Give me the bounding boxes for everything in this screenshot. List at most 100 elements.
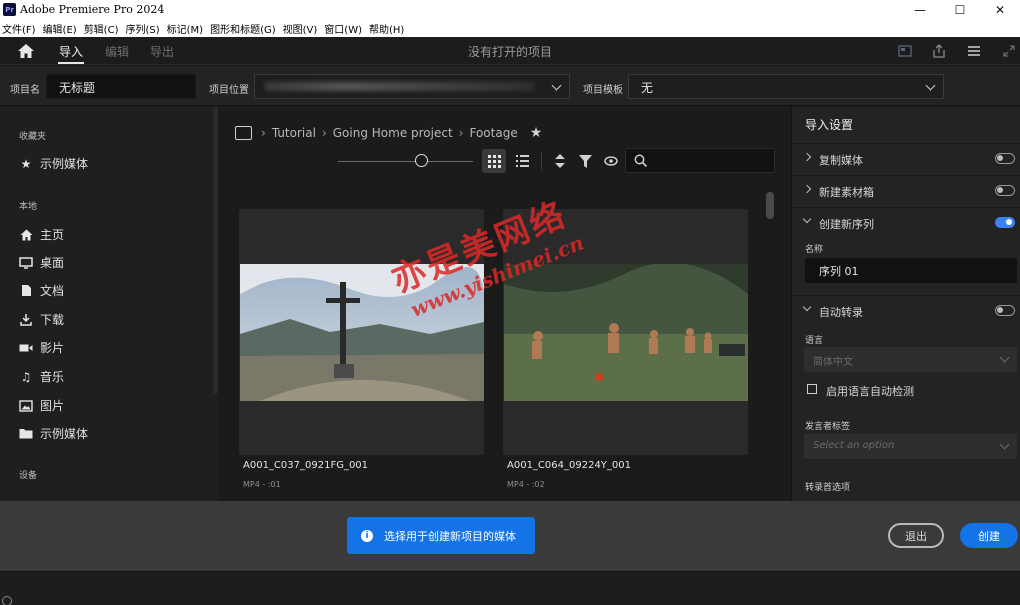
grid-view-button[interactable] (482, 149, 506, 173)
sidebar-item-desktop[interactable]: 桌面 (19, 254, 64, 271)
blurred-location-path (265, 82, 535, 91)
window-title: Adobe Premiere Pro 2024 (20, 3, 165, 16)
menu-graphics[interactable]: 图形和标题(G) (208, 21, 281, 36)
breadcrumb-separator: › (458, 126, 464, 140)
breadcrumb-item[interactable]: Tutorial (272, 126, 316, 140)
language-value: 简体中文 (813, 357, 853, 368)
share-icon[interactable] (932, 44, 946, 58)
sidebar-item-label: 主页 (40, 228, 65, 242)
sidebar-item-documents[interactable]: 文档 (19, 282, 64, 299)
minimize-button[interactable]: — (900, 0, 940, 19)
sidebar-item-movies[interactable]: 影片 (19, 339, 64, 356)
breadcrumb-separator: › (321, 126, 327, 140)
language-label: 语言 (805, 336, 824, 346)
eye-icon (604, 156, 618, 166)
menu-clip[interactable]: 剪辑(C) (82, 21, 124, 36)
menu-window[interactable]: 窗口(W) (322, 21, 367, 36)
auto-detect-checkbox[interactable] (807, 384, 817, 394)
menu-file[interactable]: 文件(F) (0, 21, 41, 36)
new-bin-label: 新建素材箱 (819, 186, 874, 199)
workspaces-menu-icon[interactable] (967, 44, 981, 58)
project-template-value: 无 (641, 81, 654, 95)
favorite-star-icon[interactable]: ★ (530, 125, 543, 141)
workspace-nav: 导入 编辑 导出 没有打开的项目 (0, 37, 1020, 65)
menu-edit[interactable]: 编辑(E) (41, 21, 82, 36)
document-icon (19, 284, 33, 298)
import-settings-panel: 导入设置 复制媒体 新建素材箱 创建新序列 名称 序列 01 自动转录 语言 简… (791, 107, 1020, 501)
music-icon: ♫ (20, 369, 32, 384)
browser-scrollbar[interactable] (766, 192, 774, 219)
star-icon: ★ (20, 156, 32, 171)
quick-export-icon[interactable] (898, 44, 912, 58)
monitor-icon (19, 256, 33, 270)
image-icon (19, 399, 33, 413)
tab-import-underline (58, 62, 84, 64)
new-sequence-toggle[interactable] (995, 217, 1015, 228)
sidebar-item-label: 桌面 (40, 256, 65, 270)
auto-transcribe-row[interactable]: 自动转录 (792, 295, 1020, 326)
copy-media-row[interactable]: 复制媒体 (792, 143, 1020, 174)
chevron-down-icon (802, 214, 812, 224)
thumbnail-size-slider[interactable] (338, 161, 473, 162)
fullscreen-icon[interactable] (1002, 44, 1016, 58)
chevron-down-icon (999, 439, 1010, 450)
view-options-button[interactable] (599, 149, 623, 173)
breadcrumb-separator: › (261, 126, 266, 140)
menu-help[interactable]: 帮助(H) (367, 21, 409, 36)
clip-card[interactable] (503, 209, 748, 455)
toast-message: 选择用于创建新项目的媒体 (384, 529, 516, 543)
folder-dropdown-icon[interactable] (235, 126, 252, 140)
sidebar-item-music[interactable]: ♫ 音乐 (19, 368, 64, 385)
speaker-label: 发言者标签 (805, 422, 851, 432)
list-icon (515, 155, 529, 167)
clip-meta: MP4 - :02 (507, 480, 545, 489)
filter-button[interactable] (573, 149, 597, 173)
create-button[interactable]: 创建 (960, 523, 1018, 548)
copy-media-toggle[interactable] (995, 153, 1015, 164)
sidebar-item-label: 文档 (40, 284, 65, 298)
breadcrumb-item[interactable]: Going Home project (333, 126, 453, 140)
sidebar-item-label: 示例媒体 (40, 157, 89, 171)
project-name-input[interactable]: 无标题 (46, 74, 196, 99)
sidebar-item-downloads[interactable]: 下载 (19, 311, 64, 328)
language-select[interactable]: 简体中文 (804, 347, 1017, 372)
clip-thumbnail (240, 264, 484, 401)
info-icon: i (361, 529, 373, 542)
clip-card[interactable] (239, 209, 484, 455)
premiere-logo-icon: Pr (3, 3, 16, 16)
breadcrumb-item[interactable]: Footage (469, 126, 517, 140)
title-bar: Pr Adobe Premiere Pro 2024 — ☐ ✕ (0, 0, 1020, 19)
speaker-select[interactable]: Select an option (804, 434, 1017, 459)
project-template-select[interactable]: 无 (628, 74, 944, 99)
menu-view[interactable]: 视图(V) (281, 21, 323, 36)
menu-sequence[interactable]: 序列(S) (123, 21, 164, 36)
sidebar-item-home[interactable]: 主页 (19, 226, 64, 243)
maximize-button[interactable]: ☐ (940, 0, 980, 19)
sequence-name-label: 名称 (805, 245, 824, 255)
project-name-label: 项目名 (10, 85, 40, 96)
exit-button[interactable]: 退出 (888, 523, 944, 548)
project-settings-row: 项目名 无标题 项目位置 项目模板 无 (0, 66, 1020, 106)
sidebar-item-sample-media-favorite[interactable]: ★ 示例媒体 (19, 155, 88, 172)
project-location-select[interactable] (254, 74, 570, 99)
menu-markers[interactable]: 标记(M) (165, 21, 208, 36)
devices-heading: 设备 (19, 471, 38, 481)
auto-transcribe-toggle[interactable] (995, 305, 1015, 316)
list-view-button[interactable] (510, 149, 534, 173)
new-sequence-row[interactable]: 创建新序列 (792, 207, 1020, 238)
clip-meta: MP4 - :01 (243, 480, 281, 489)
sidebar-item-sample-media[interactable]: 示例媒体 (19, 425, 88, 442)
search-input[interactable] (625, 148, 775, 173)
new-bin-row[interactable]: 新建素材箱 (792, 175, 1020, 206)
chevron-down-icon (551, 80, 562, 91)
sidebar-item-pictures[interactable]: 图片 (19, 397, 64, 414)
thumbnail-size-slider-knob[interactable] (415, 154, 428, 167)
new-bin-toggle[interactable] (995, 185, 1015, 196)
close-button[interactable]: ✕ (980, 0, 1020, 19)
sort-button[interactable] (548, 149, 572, 173)
folder-icon (19, 427, 33, 441)
sequence-name-input[interactable]: 序列 01 (805, 258, 1017, 283)
status-bar (0, 571, 1020, 605)
info-toast: i 选择用于创建新项目的媒体 (347, 517, 535, 554)
auto-detect-label: 启用语言自动检测 (826, 385, 914, 398)
